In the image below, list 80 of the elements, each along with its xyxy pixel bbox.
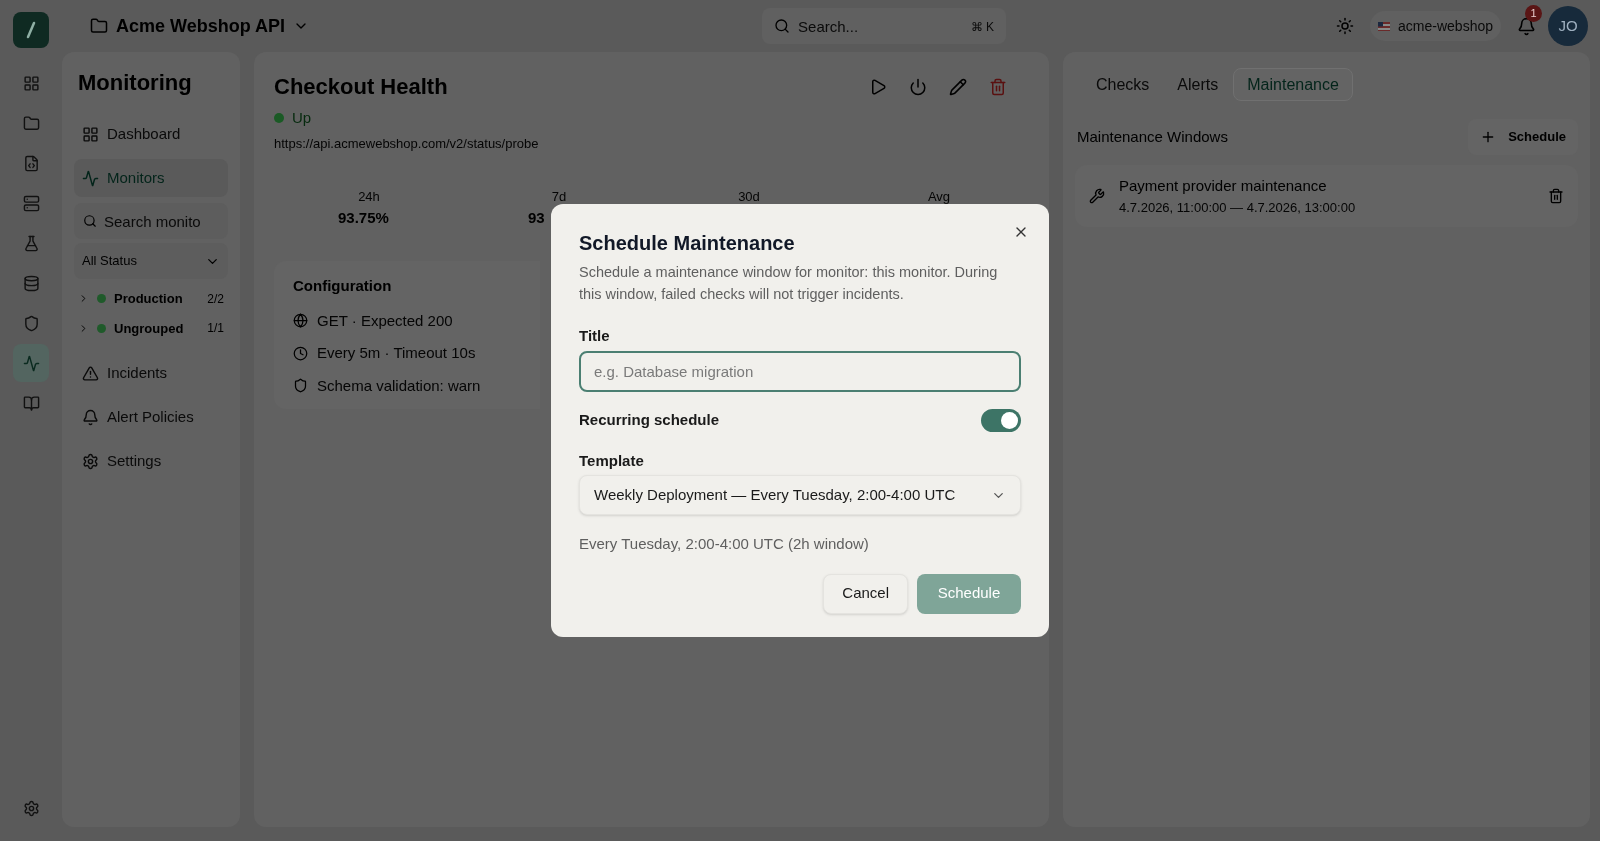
field-label: Title — [579, 326, 611, 346]
wrench-icon — [1089, 188, 1105, 204]
clock-icon — [293, 345, 308, 361]
monitor-title: Checkout Health — [274, 73, 449, 101]
shield-icon — [293, 378, 308, 394]
database-icon — [22, 274, 40, 292]
settings-icon[interactable] — [22, 800, 40, 817]
monitor-url: https://api.acmewebshop.com/v2/status/probe — [274, 134, 540, 153]
trash-icon[interactable] — [1548, 188, 1564, 204]
server-icon — [22, 194, 40, 212]
grid-icon — [82, 125, 99, 143]
nav-item[interactable]: Monitors — [74, 159, 228, 197]
config-text: Schema validation: warn — [317, 375, 481, 396]
folder-icon — [90, 17, 108, 35]
stat-label: 24h — [358, 188, 380, 206]
maintenance-title: Payment provider maintenance — [1119, 176, 1328, 196]
field-label: Template — [579, 450, 645, 471]
search-field[interactable]: Search monito — [74, 203, 228, 239]
app-logo[interactable] — [13, 12, 49, 48]
bell-icon[interactable] — [1517, 16, 1536, 36]
config-text: Every 5m · Timeout 10s — [317, 343, 476, 363]
file-icon — [22, 154, 40, 172]
stat-value: 93 — [528, 207, 545, 228]
sun-icon[interactable] — [1336, 17, 1355, 35]
flask-icon — [22, 234, 40, 252]
group-count: 1/1 — [207, 320, 224, 338]
book-icon — [22, 394, 40, 412]
pencil-icon[interactable] — [949, 77, 967, 96]
nav-item[interactable]: Dashboard — [74, 115, 228, 153]
group-label[interactable]: Ungrouped — [114, 318, 200, 338]
status-label: Up — [292, 108, 312, 128]
group-label[interactable]: Production — [114, 289, 200, 309]
stat-label: Avg — [927, 188, 951, 206]
shortcut-hint: ⌘ K — [970, 19, 995, 36]
nav-item[interactable]: Incidents — [74, 354, 228, 392]
field-label: Recurring schedule — [579, 409, 720, 430]
dialog-description: Schedule a maintenance window for monitor: this monitor. During this window, failed checks will not trigger incidents. — [579, 263, 999, 304]
search-icon — [83, 214, 97, 228]
schedule-summary: Every Tuesday, 2:00-4:00 UTC (2h window) — [579, 534, 870, 554]
notification-count: 1 — [1525, 4, 1542, 22]
folder-icon — [22, 114, 40, 132]
cancel-button[interactable]: Cancel — [823, 573, 908, 614]
dialog-title: Schedule Maintenance — [579, 231, 796, 256]
play-icon[interactable] — [869, 77, 887, 96]
section-heading: Maintenance Windows — [1077, 126, 1228, 147]
workspace-switcher[interactable]: acme-webshop — [1370, 11, 1501, 41]
globe-icon — [293, 313, 308, 329]
card-title: Configuration — [293, 276, 393, 296]
project-name[interactable]: Acme Webshop API — [116, 12, 286, 40]
sidebar-title: Monitoring — [77, 69, 193, 97]
pulse-icon — [22, 354, 40, 372]
tab[interactable]: Alerts — [1164, 68, 1232, 101]
nav-item[interactable]: Settings — [74, 442, 228, 480]
tab[interactable]: Checks — [1083, 68, 1163, 101]
stat-label: 30d — [738, 188, 760, 206]
grid-icon — [22, 74, 40, 92]
recurring-toggle[interactable] — [981, 408, 1021, 432]
pulse-icon — [82, 169, 99, 187]
trash-icon[interactable] — [989, 77, 1007, 96]
title-input[interactable]: e.g. Database migration — [579, 350, 1021, 392]
user-avatar[interactable]: JO — [1548, 6, 1588, 46]
flag-icon — [1378, 21, 1391, 31]
slash-icon — [26, 21, 36, 39]
config-text: GET · Expected 200 — [317, 310, 453, 331]
schedule-button[interactable]: Schedule — [917, 573, 1021, 614]
settings-icon — [82, 452, 99, 470]
status-dropdown[interactable]: All Status — [74, 243, 228, 279]
maintenance-range: 4.7.2026, 11:00:00 — 4.7.2026, 13:00:00 — [1119, 198, 1357, 217]
stat-label: 7d — [551, 188, 567, 206]
tab[interactable]: Maintenance — [1233, 68, 1353, 101]
bell-icon — [82, 408, 99, 426]
power-icon[interactable] — [909, 77, 927, 96]
group-count: 2/2 — [207, 290, 224, 308]
search-icon — [774, 18, 791, 34]
rail-button[interactable] — [13, 344, 49, 382]
warning-icon — [82, 364, 99, 382]
template-select[interactable]: Weekly Deployment — Every Tuesday, 2:00-4:00 UTC — [579, 475, 1021, 515]
nav-item[interactable]: Alert Policies — [74, 398, 228, 436]
stat-value: 93.75% — [338, 207, 389, 228]
shield-icon — [22, 314, 40, 332]
